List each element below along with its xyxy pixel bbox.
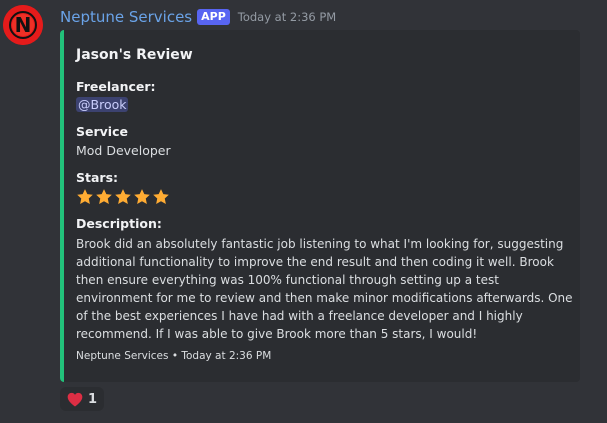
reaction-count: 1 <box>87 391 98 407</box>
author-avatar[interactable]: N <box>3 5 43 45</box>
embed-title: Jason's Review <box>76 47 193 63</box>
star-icon <box>153 189 169 204</box>
neptune-logo-icon: N <box>3 5 43 45</box>
star-icon <box>115 189 131 204</box>
field-service-label: Service <box>76 124 128 139</box>
star-icon <box>134 189 150 204</box>
star-icon <box>96 189 112 204</box>
review-embed: Jason's Review Freelancer: @Brook Servic… <box>60 30 580 382</box>
message-timestamp[interactable]: Today at 2:36 PM <box>238 10 336 24</box>
field-service-value: Mod Developer <box>76 143 171 158</box>
field-description-value: Brook did an absolutely fantastic job li… <box>76 237 573 341</box>
app-badge: APP <box>197 9 230 25</box>
star-icon <box>77 189 93 204</box>
red-heart-icon <box>67 392 83 406</box>
user-mention[interactable]: @Brook <box>76 97 129 112</box>
field-stars-label: Stars: <box>76 170 119 185</box>
field-description-label: Description: <box>76 216 162 231</box>
star-rating <box>76 188 170 206</box>
embed-footer: Neptune Services • Today at 2:36 PM <box>76 350 272 362</box>
reaction-heart[interactable]: 1 <box>60 387 104 411</box>
field-freelancer-label: Freelancer: <box>76 79 156 94</box>
author-name[interactable]: Neptune Services <box>60 8 192 26</box>
avatar-letter: N <box>15 13 32 37</box>
message-header: Neptune Services APP Today at 2:36 PM <box>60 6 336 28</box>
